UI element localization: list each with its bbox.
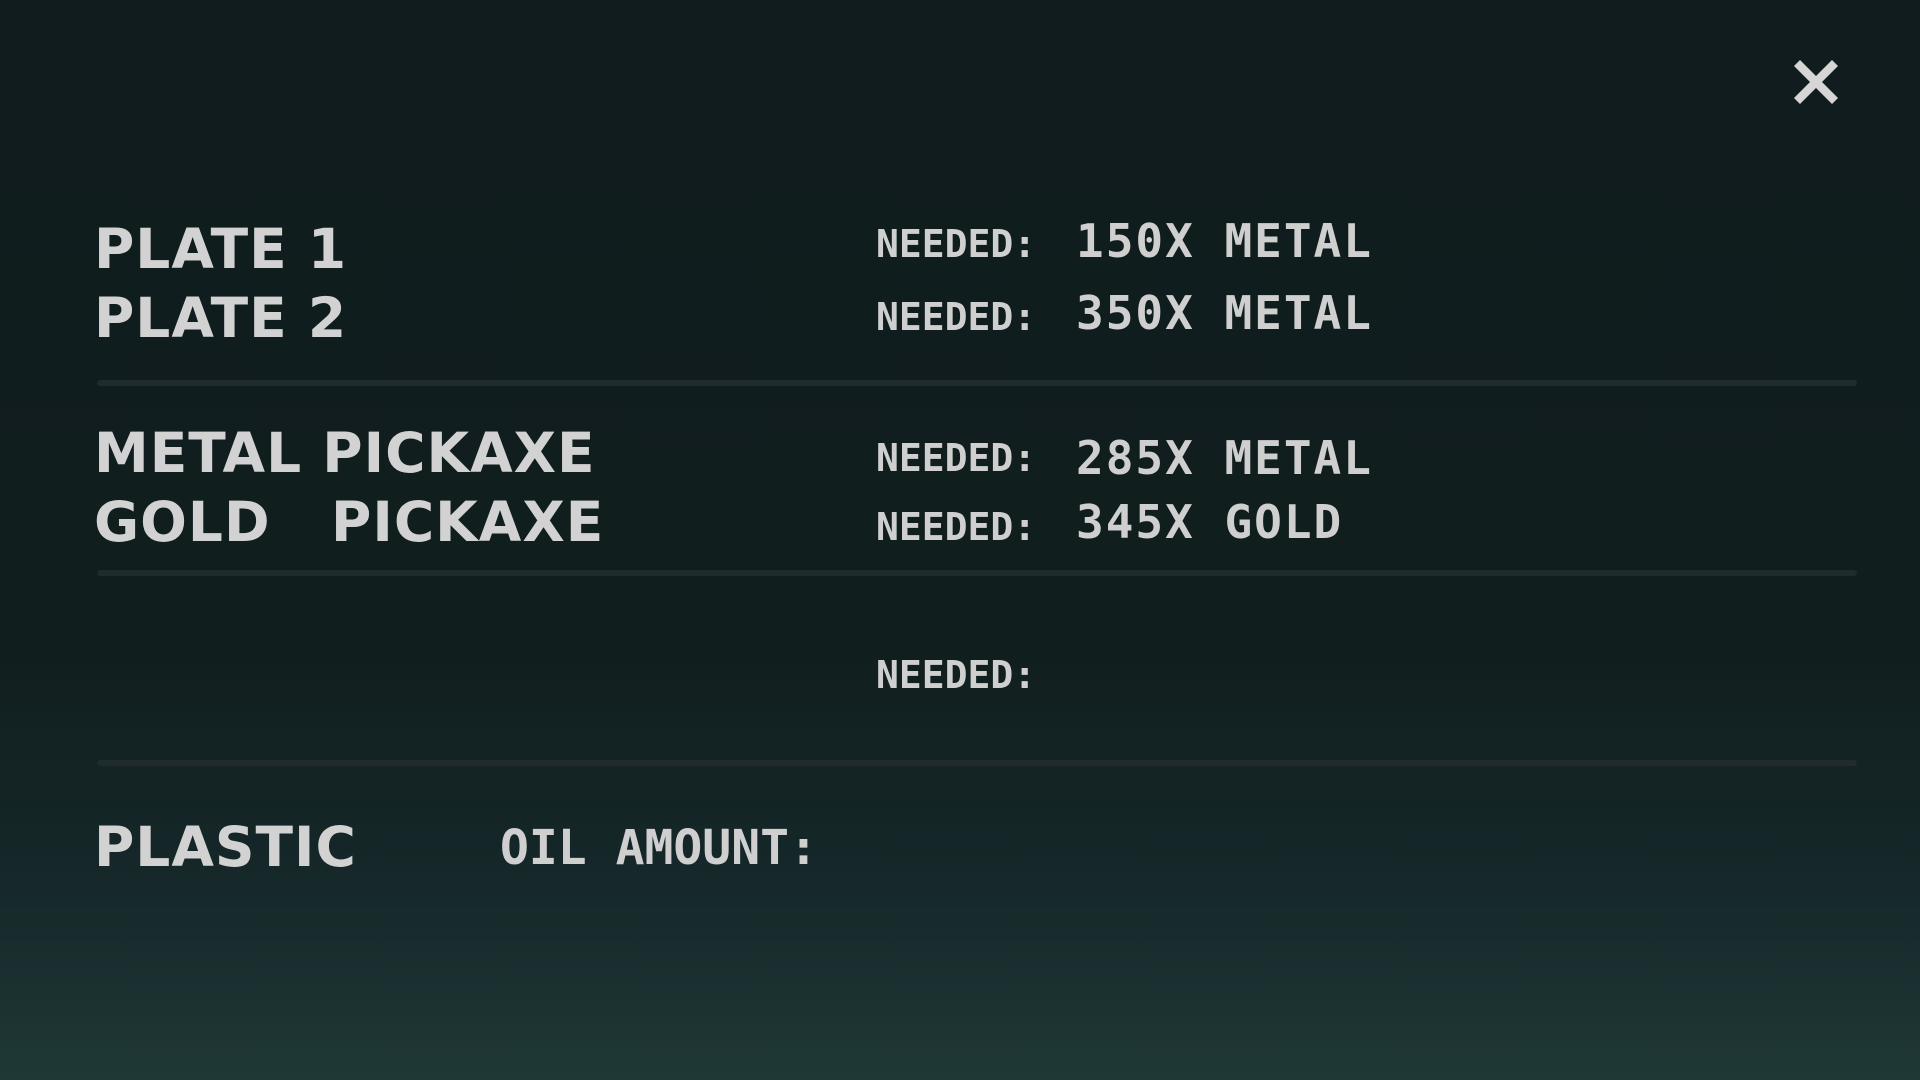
needed-label: Needed: [876, 436, 1037, 480]
close-icon [1794, 60, 1838, 104]
oil-amount-label: Oil Amount: [500, 820, 818, 876]
item-plastic[interactable]: Plastic [94, 820, 357, 875]
crafting-panel: Plate 1 Needed: 150x Metal Plate 2 Neede… [0, 0, 1920, 1080]
item-plate-1[interactable]: Plate 1 [94, 222, 347, 277]
section-divider [97, 760, 1857, 766]
section-divider [97, 570, 1857, 576]
section-divider [97, 380, 1857, 386]
item-gold-pickaxe[interactable]: Gold Pickaxe [94, 495, 604, 550]
needed-value: 350x Metal [1076, 286, 1373, 340]
needed-label: Needed: [876, 295, 1037, 339]
needed-value: 150x Metal [1076, 214, 1373, 268]
needed-label: Needed: [876, 505, 1037, 549]
close-button[interactable] [1786, 52, 1846, 112]
needed-label: Needed: [876, 653, 1037, 697]
item-metal-pickaxe[interactable]: Metal Pickaxe [94, 426, 596, 481]
needed-value: 345x Gold [1076, 495, 1344, 549]
item-plate-2[interactable]: Plate 2 [94, 291, 347, 346]
needed-label: Needed: [876, 222, 1037, 266]
needed-value: 285x Metal [1076, 431, 1373, 485]
